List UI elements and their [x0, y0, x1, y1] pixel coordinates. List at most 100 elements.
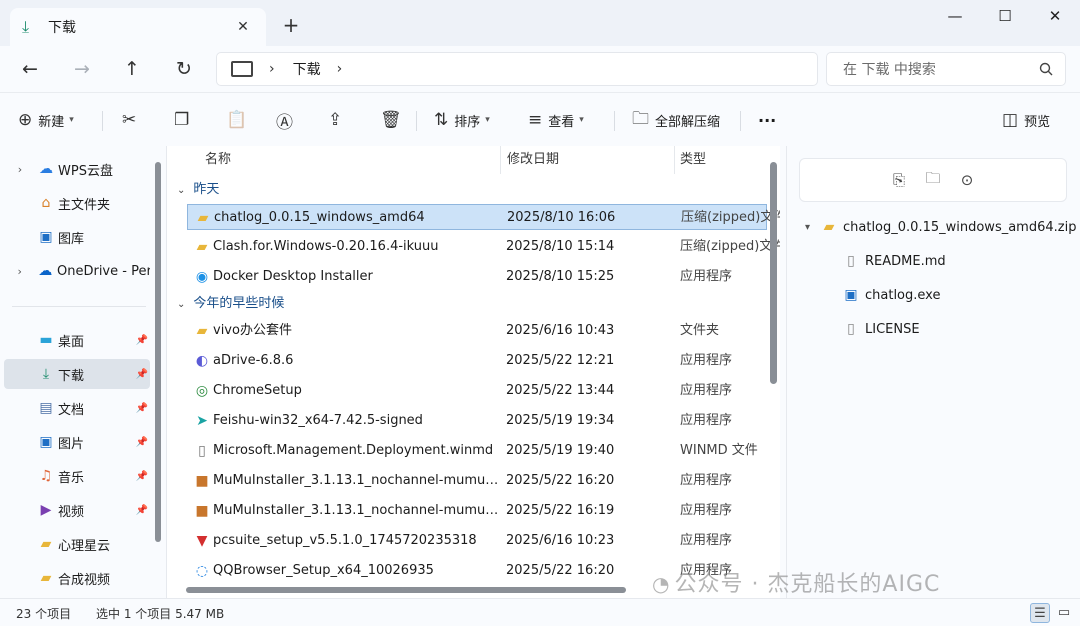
pin-icon[interactable]: 📌: [136, 471, 148, 482]
file-name: vivo办公套件: [213, 323, 292, 338]
file-row[interactable]: ▯ Microsoft.Management.Deployment.winmd …: [187, 438, 767, 464]
preview-pane-icon: ◫: [1002, 110, 1019, 130]
sidebar-item-label: 下载: [58, 368, 85, 384]
group-header-yesterday[interactable]: ⌄ 昨天: [177, 177, 219, 203]
chevron-right-icon[interactable]: ›: [4, 163, 36, 176]
file-row[interactable]: ■ MuMuInstaller_3.1.13.1_nochannel-mumu1…: [187, 498, 767, 524]
sidebar-item-music[interactable]: ♫ 音乐 📌: [4, 461, 150, 491]
more-circle-icon[interactable]: ⊙: [956, 171, 978, 189]
open-folder-icon[interactable]: 🗀: [922, 168, 944, 193]
delete-button[interactable]: 🗑: [380, 105, 408, 135]
pin-icon[interactable]: 📌: [136, 437, 148, 448]
preview-item[interactable]: ▣ chatlog.exe: [843, 283, 940, 307]
sidebar-item-home[interactable]: ⌂ 主文件夹: [4, 188, 150, 218]
file-date: 2025/5/22 16:20: [506, 473, 615, 488]
sidebar-item-folder-hecheng[interactable]: ▰ 合成视频: [4, 563, 150, 593]
address-bar[interactable]: › 下载 ›: [216, 52, 818, 86]
column-separator[interactable]: [500, 146, 501, 174]
scrollbar-thumb[interactable]: [770, 162, 777, 384]
maximize-button[interactable]: ☐: [980, 0, 1030, 32]
group-header-earlier-this-year[interactable]: ⌄ 今年的早些时候: [177, 291, 284, 317]
tiles-view-button[interactable]: ▭: [1054, 603, 1074, 623]
sidebar-item-desktop[interactable]: ▬ 桌面 📌: [4, 325, 150, 355]
plus-circle-icon: ⊕: [18, 110, 33, 130]
file-row[interactable]: ▰ chatlog_0.0.15_windows_amd64 2025/8/10…: [187, 204, 780, 230]
scissors-icon: ✂: [122, 110, 137, 130]
refresh-button[interactable]: ↻: [170, 56, 198, 82]
wechat-logo-icon: ◔: [652, 572, 671, 596]
sidebar-item-videos[interactable]: ▶ 视频 📌: [4, 495, 150, 525]
file-row[interactable]: ■ MuMuInstaller_3.1.13.1_nochannel-mumu1…: [187, 468, 767, 494]
minimize-button[interactable]: —: [930, 0, 980, 32]
copy-button[interactable]: ❐: [174, 105, 195, 135]
sidebar-item-onedrive[interactable]: › ☁ OneDrive - Per: [4, 256, 150, 286]
preview-item[interactable]: ▯ LICENSE: [843, 317, 919, 341]
breadcrumb-separator[interactable]: ›: [269, 61, 275, 77]
file-list-scrollbar[interactable]: [768, 162, 778, 586]
cut-button[interactable]: ✂: [122, 105, 142, 135]
tab-close-icon[interactable]: ✕: [232, 19, 254, 35]
file-row[interactable]: ▰ Clash.for.Windows-0.20.16.4-ikuuu 2025…: [187, 234, 780, 260]
sidebar-item-pictures[interactable]: ▣ 图片 📌: [4, 427, 150, 457]
sidebar-item-folder-xinli[interactable]: ▰ 心理星云: [4, 529, 150, 559]
column-header-modified[interactable]: 修改日期: [507, 146, 559, 174]
file-row[interactable]: ➤ Feishu-win32_x64-7.42.5-signed 2025/5/…: [187, 408, 767, 434]
file-name: Microsoft.Management.Deployment.winmd: [213, 443, 494, 458]
file-row[interactable]: ◎ ChromeSetup 2025/5/22 13:44 应用程序: [187, 378, 767, 404]
column-header-name[interactable]: 名称: [205, 146, 231, 174]
extract-all-button[interactable]: 🗀 全部解压缩: [632, 105, 720, 135]
sort-button[interactable]: ⇅ 排序 ▾: [434, 105, 490, 135]
file-type: 压缩(zipped)文件: [681, 210, 780, 225]
file-row[interactable]: ▰ vivo办公套件 2025/6/16 10:43 文件夹: [187, 318, 767, 344]
sidebar-scrollbar[interactable]: [154, 162, 162, 594]
forward-button[interactable]: →: [68, 56, 96, 82]
file-row[interactable]: ◐ aDrive-6.8.6 2025/5/22 12:21 应用程序: [187, 348, 767, 374]
file-date: 2025/5/22 12:21: [506, 353, 615, 368]
sidebar-item-wps-cloud[interactable]: › ☁ WPS云盘: [4, 154, 150, 184]
rename-button[interactable]: Ⓐ: [276, 105, 299, 135]
search-placeholder: 在 下载 中搜索: [843, 62, 936, 78]
scrollbar-thumb[interactable]: [155, 162, 161, 542]
horizontal-scrollbar-thumb[interactable]: [186, 587, 626, 593]
chevron-right-icon[interactable]: ›: [4, 265, 35, 278]
sort-label: 排序: [454, 114, 481, 130]
search-input[interactable]: 在 下载 中搜索: [826, 52, 1066, 86]
pin-icon[interactable]: 📌: [136, 403, 148, 414]
sidebar-item-downloads[interactable]: ⤓ 下载 📌: [4, 359, 150, 389]
tab-downloads[interactable]: ⤓ 下载 ✕: [10, 8, 266, 46]
sidebar-item-documents[interactable]: ▤ 文档 📌: [4, 393, 150, 423]
paste-button[interactable]: 📋: [226, 105, 253, 135]
breadcrumb-downloads[interactable]: 下载: [293, 59, 321, 79]
chrome-icon: ◎: [195, 383, 209, 399]
file-date: 2025/5/19 19:34: [506, 413, 615, 428]
up-button[interactable]: ↑: [118, 56, 146, 82]
column-header-type[interactable]: 类型: [680, 146, 706, 174]
toolbar-divider: [614, 111, 615, 131]
close-window-button[interactable]: ✕: [1030, 0, 1080, 32]
new-button[interactable]: ⊕ 新建 ▾: [18, 105, 74, 135]
column-separator[interactable]: [674, 146, 675, 174]
feishu-icon: ➤: [196, 413, 208, 429]
breadcrumb-separator-trailing[interactable]: ›: [337, 61, 343, 77]
preview-pane-button[interactable]: ◫ 预览: [1002, 105, 1050, 135]
view-button[interactable]: ≡ 查看 ▾: [528, 105, 584, 135]
pin-icon[interactable]: 📌: [136, 369, 148, 380]
sidebar-item-label: 音乐: [58, 470, 85, 486]
folder-icon: ▰: [40, 570, 52, 586]
onedrive-icon: ☁: [38, 263, 53, 279]
chevron-down-icon: ▾: [805, 221, 811, 233]
new-tab-button[interactable]: +: [280, 14, 302, 36]
more-options-button[interactable]: ···: [758, 105, 776, 135]
share-button[interactable]: ⇪: [328, 105, 348, 135]
open-file-icon[interactable]: ⎘: [888, 171, 910, 189]
file-date: 2025/8/10 15:25: [506, 269, 615, 284]
details-view-button[interactable]: ☰: [1030, 603, 1050, 623]
pin-icon[interactable]: 📌: [136, 505, 148, 516]
file-row[interactable]: ▼ pcsuite_setup_v5.5.1.0_1745720235318 2…: [187, 528, 767, 554]
file-row[interactable]: ◉ Docker Desktop Installer 2025/8/10 15:…: [187, 264, 767, 290]
sidebar-item-gallery[interactable]: ▣ 图库: [4, 222, 150, 252]
preview-item[interactable]: ▯ README.md: [843, 249, 946, 273]
back-button[interactable]: ←: [16, 56, 44, 82]
pin-icon[interactable]: 📌: [136, 335, 148, 346]
preview-zip-root[interactable]: ▾ ▰ chatlog_0.0.15_windows_amd64.zip: [805, 215, 1076, 239]
